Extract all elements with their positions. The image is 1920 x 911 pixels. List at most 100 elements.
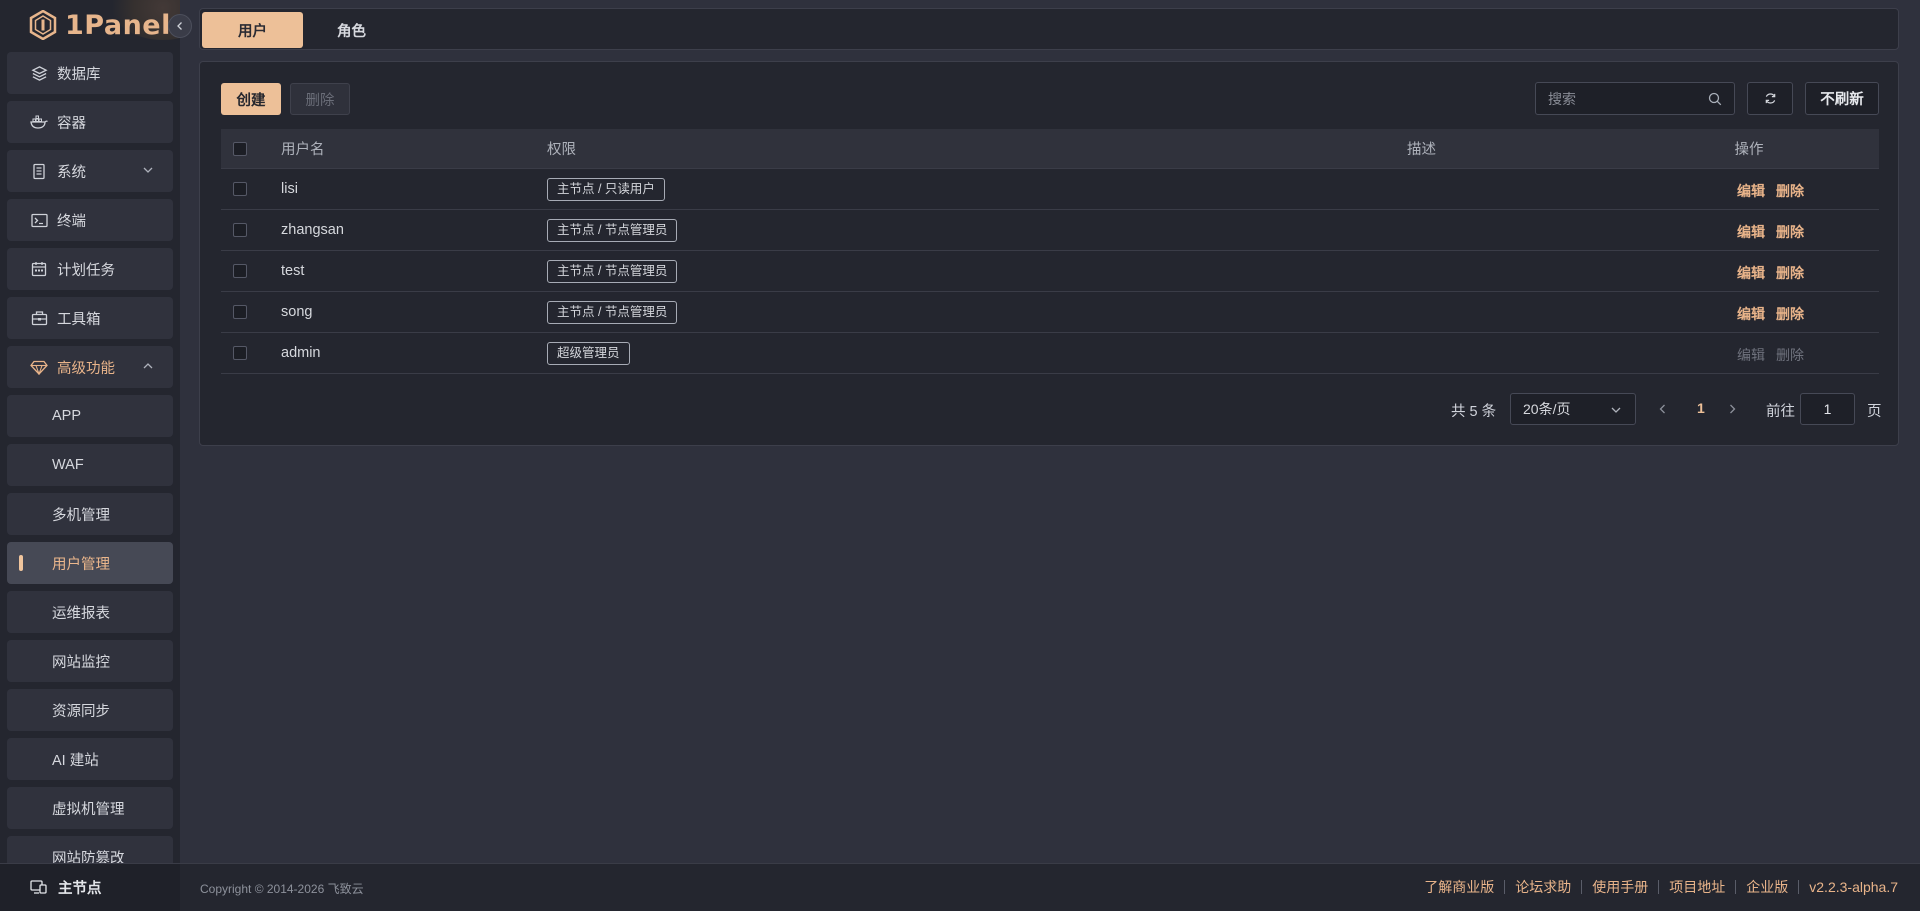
sidebar-subitem-app[interactable]: APP (7, 395, 173, 437)
sidebar-subitem-multi-host[interactable]: 多机管理 (7, 493, 173, 535)
table-row: zhangsan 主节点 / 节点管理员 编辑 删除 (221, 210, 1879, 251)
username-cell: song (281, 304, 313, 320)
select-all-checkbox[interactable] (233, 142, 247, 156)
layers-icon (30, 64, 48, 82)
logo-icon (29, 10, 57, 40)
row-checkbox[interactable] (233, 346, 247, 360)
sidebar-subitem-waf[interactable]: WAF (7, 444, 173, 486)
sidebar-subitem-user-management[interactable]: 用户管理 (7, 542, 173, 584)
edit-link[interactable]: 编辑 (1737, 222, 1765, 242)
edition-label: 企业版 (1736, 880, 1800, 894)
sidebar-item-system[interactable]: 系统 (7, 150, 173, 192)
sidebar-item-label: 系统 (57, 164, 86, 181)
sidebar-subitem-tamper-protection[interactable]: 网站防篡改 (7, 836, 173, 863)
table-row: lisi 主节点 / 只读用户 编辑 删除 (221, 169, 1879, 210)
tab-users[interactable]: 用户 (202, 12, 303, 48)
delete-link[interactable]: 删除 (1776, 263, 1804, 283)
link-commercial[interactable]: 了解商业版 (1414, 880, 1506, 894)
sidebar-subitem-vm[interactable]: 虚拟机管理 (7, 787, 173, 829)
edit-link[interactable]: 编辑 (1737, 304, 1765, 324)
sidebar-item-database[interactable]: 数据库 (7, 52, 173, 94)
refresh-button[interactable] (1747, 82, 1793, 115)
footer-links: 了解商业版 论坛求助 使用手册 项目地址 企业版 v2.2.3-alpha.7 (1414, 879, 1898, 895)
sidebar-subitem-ai-site[interactable]: AI 建站 (7, 738, 173, 780)
delete-link[interactable]: 删除 (1776, 181, 1804, 201)
terminal-icon (30, 211, 48, 229)
footer: Copyright © 2014-2026 飞致云 了解商业版 论坛求助 使用手… (180, 863, 1920, 911)
node-label: 主节点 (58, 881, 102, 897)
sidebar-subitem-site-monitor[interactable]: 网站监控 (7, 640, 173, 682)
auto-refresh-select[interactable]: 不刷新 (1805, 82, 1879, 115)
calendar-icon (30, 260, 48, 278)
username-cell: admin (281, 345, 321, 361)
search-box (1535, 82, 1735, 115)
column-header-description: 描述 (1407, 142, 1436, 158)
sidebar-item-label: 运维报表 (52, 605, 110, 622)
link-project[interactable]: 项目地址 (1659, 880, 1737, 894)
logo-text: 1Panel (65, 9, 171, 41)
goto-page-input[interactable]: 1 (1800, 393, 1855, 425)
username-cell: test (281, 263, 305, 279)
row-checkbox[interactable] (233, 223, 247, 237)
tab-roles[interactable]: 角色 (301, 12, 402, 48)
search-input[interactable] (1548, 90, 1698, 107)
row-checkbox[interactable] (233, 264, 247, 278)
link-manual[interactable]: 使用手册 (1582, 880, 1660, 894)
username-cell: lisi (281, 181, 298, 197)
delete-link: 删除 (1776, 347, 1804, 363)
page-size-value: 20条/页 (1523, 401, 1571, 417)
sidebar-item-label: 多机管理 (52, 507, 110, 524)
sidebar-item-terminal[interactable]: 终端 (7, 199, 173, 241)
edit-link[interactable]: 编辑 (1737, 263, 1765, 283)
refresh-icon (1765, 93, 1775, 104)
permission-tag: 主节点 / 只读用户 (547, 177, 665, 201)
chevron-left-icon (177, 22, 182, 30)
sidebar-item-label: 资源同步 (52, 703, 110, 720)
sidebar-collapse-button[interactable] (168, 14, 192, 38)
delete-link[interactable]: 删除 (1776, 304, 1804, 324)
version-text[interactable]: v2.2.3-alpha.7 (1799, 879, 1898, 895)
link-forum[interactable]: 论坛求助 (1505, 880, 1583, 894)
sidebar-item-label: 网站防篡改 (52, 850, 125, 864)
page-size-select[interactable]: 20条/页 (1510, 393, 1636, 425)
delete-link[interactable]: 删除 (1776, 222, 1804, 242)
logo[interactable]: 1Panel (29, 8, 171, 42)
node-switcher[interactable]: 主节点 (0, 863, 180, 911)
row-checkbox[interactable] (233, 182, 247, 196)
sidebar-item-advanced[interactable]: 高级功能 (7, 346, 173, 388)
next-page-icon[interactable] (1725, 402, 1739, 416)
diamond-icon (30, 358, 48, 376)
column-header-username: 用户名 (281, 142, 325, 158)
sidebar-item-label: 高级功能 (57, 360, 115, 377)
sidebar-item-label: AI 建站 (52, 752, 99, 769)
table-row: test 主节点 / 节点管理员 编辑 删除 (221, 251, 1879, 292)
user-table: 用户名 权限 描述 操作 lisi 主节点 / 只读用户 编辑 删除 zhang… (221, 129, 1879, 374)
edit-link[interactable]: 编辑 (1737, 181, 1765, 201)
sidebar-item-container[interactable]: 容器 (7, 101, 173, 143)
table-header: 用户名 权限 描述 操作 (221, 129, 1879, 169)
permission-tag: 主节点 / 节点管理员 (547, 300, 678, 324)
sidebar-item-label: 数据库 (57, 66, 101, 83)
chevron-down-icon (1611, 407, 1621, 413)
permission-cell: 主节点 / 只读用户 (547, 177, 665, 201)
sidebar-item-label: 计划任务 (57, 262, 115, 279)
row-checkbox[interactable] (233, 305, 247, 319)
page-number-current[interactable]: 1 (1697, 400, 1705, 416)
permission-cell: 主节点 / 节点管理员 (547, 300, 678, 324)
toolbox-icon (30, 309, 48, 327)
table-row: song 主节点 / 节点管理员 编辑 删除 (221, 292, 1879, 333)
page-suffix-label: 页 (1867, 404, 1882, 420)
permission-tag: 主节点 / 节点管理员 (547, 259, 678, 283)
sidebar-subitem-ops-report[interactable]: 运维报表 (7, 591, 173, 633)
search-icon[interactable] (1708, 92, 1722, 106)
chevron-down-icon (143, 167, 153, 173)
create-button[interactable]: 创建 (221, 83, 281, 115)
permission-cell: 超级管理员 (547, 341, 630, 365)
prev-page-icon[interactable] (1656, 402, 1670, 416)
edit-link: 编辑 (1737, 347, 1765, 363)
batch-delete-button[interactable]: 删除 (290, 83, 350, 115)
sidebar-item-cron[interactable]: 计划任务 (7, 248, 173, 290)
sidebar-subitem-resource-sync[interactable]: 资源同步 (7, 689, 173, 731)
column-header-operations: 操作 (1734, 142, 1764, 158)
sidebar-item-toolbox[interactable]: 工具箱 (7, 297, 173, 339)
